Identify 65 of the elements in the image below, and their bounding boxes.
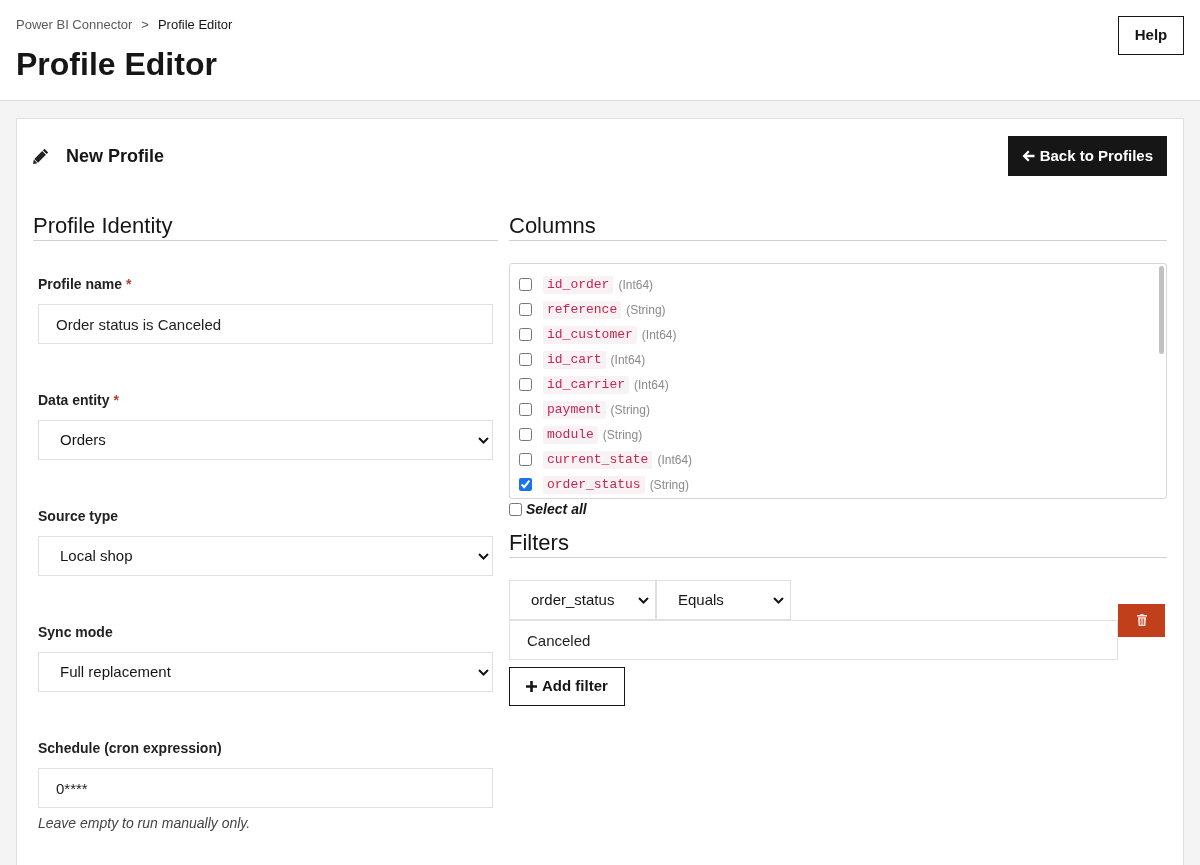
column-type: (Int64) xyxy=(641,326,677,344)
chevron-down-icon xyxy=(638,596,649,604)
operator-dropdown[interactable]: Equals xyxy=(656,580,791,620)
card-title: New Profile xyxy=(66,144,165,168)
column-checkbox[interactable] xyxy=(519,378,532,391)
delete-filter-button[interactable] xyxy=(1118,603,1165,637)
column-name: id_customer xyxy=(543,325,637,344)
column-type: (Int64) xyxy=(618,276,654,294)
plus-icon xyxy=(526,681,537,692)
field-label: Profile name * xyxy=(38,276,132,293)
column-name: id_carrier xyxy=(543,375,629,394)
column-type: (String) xyxy=(626,301,666,319)
column-type: (String) xyxy=(649,476,689,494)
section-heading: Profile Identity xyxy=(33,212,498,241)
field-label: Source type xyxy=(38,508,119,525)
column-checkbox[interactable] xyxy=(519,403,532,416)
add-filter-button[interactable]: Add filter xyxy=(509,667,625,706)
chevron-down-icon xyxy=(478,552,489,560)
section-heading: Filters xyxy=(509,529,1167,558)
arrow-left-icon xyxy=(1021,150,1035,162)
column-name: id_order xyxy=(543,275,614,294)
text-input[interactable]: 0**** xyxy=(38,768,493,808)
column-checkbox[interactable] xyxy=(519,303,532,316)
column-name: order_status xyxy=(543,475,645,494)
field-label: Schedule (cron expression) xyxy=(38,740,222,757)
column-dropdown[interactable]: order_status xyxy=(509,580,656,620)
column-name: module xyxy=(543,425,598,444)
breadcrumb-link[interactable]: Power BI Connector xyxy=(16,17,133,33)
chevron-down-icon xyxy=(773,596,784,604)
breadcrumb-separator: > xyxy=(141,17,149,33)
section-heading: Columns xyxy=(509,212,1167,241)
column-name: reference xyxy=(543,300,622,319)
column-checkbox[interactable] xyxy=(519,353,532,366)
back-to-profiles-button[interactable]: Back to Profiles xyxy=(1007,136,1167,176)
column-name: id_cart xyxy=(543,350,606,369)
dropdown[interactable]: Local shop xyxy=(38,536,493,576)
column-checkbox[interactable] xyxy=(519,328,532,341)
column-checkbox[interactable] xyxy=(519,478,532,491)
chevron-down-icon xyxy=(478,668,489,676)
pencil-icon xyxy=(33,148,49,164)
select-all-checkbox[interactable] xyxy=(509,502,522,516)
column-name: payment xyxy=(543,400,606,419)
field-label: Data entity * xyxy=(38,392,120,409)
select-all-label: Select all xyxy=(526,499,587,519)
dropdown[interactable]: Full replacement xyxy=(38,652,493,692)
column-type: (Int64) xyxy=(610,351,646,369)
filter-value-input[interactable]: Canceled xyxy=(509,620,1118,660)
text-input[interactable]: Order status is Canceled xyxy=(38,304,493,344)
chevron-down-icon xyxy=(478,436,489,444)
field-label: Sync mode xyxy=(38,624,113,641)
column-type: (String) xyxy=(602,426,643,444)
column-type: (Int64) xyxy=(657,451,693,469)
dropdown[interactable]: Orders xyxy=(38,420,493,460)
scrollbar-thumb[interactable] xyxy=(1159,266,1164,354)
column-checkbox[interactable] xyxy=(519,453,532,466)
trash-icon xyxy=(1136,614,1147,626)
page-title: Profile Editor xyxy=(16,45,217,84)
column-checkbox[interactable] xyxy=(519,278,532,291)
column-name: current_state xyxy=(543,450,653,469)
column-type: (Int64) xyxy=(634,376,669,394)
breadcrumb-current: Profile Editor xyxy=(157,17,233,33)
help-button[interactable]: Help xyxy=(1118,16,1184,55)
column-checkbox[interactable] xyxy=(519,428,532,441)
column-type: (String) xyxy=(610,401,650,419)
field-hint: Leave empty to run manually only. xyxy=(38,814,251,833)
